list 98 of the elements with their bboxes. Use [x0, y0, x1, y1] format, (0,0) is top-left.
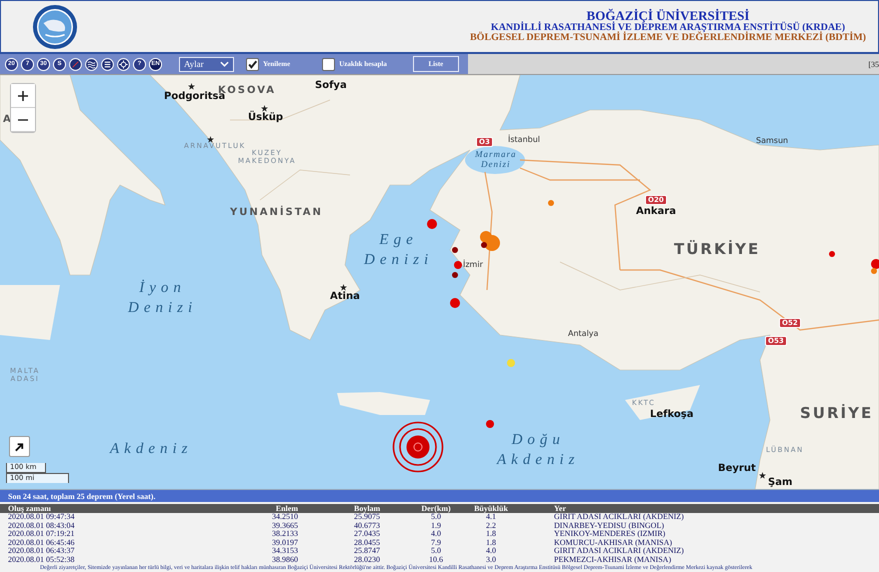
zoom-in-button[interactable]	[11, 84, 35, 108]
checkbox[interactable]	[322, 58, 336, 70]
table-cell-text: 25.8747	[353, 547, 381, 556]
country-label: YUNANİSTAN	[230, 207, 323, 218]
table-cell-text: 34.3153	[271, 547, 298, 556]
table-cell-text: 34.2510	[271, 513, 298, 522]
table-cell-text: 39.3665	[271, 522, 298, 530]
expand-button[interactable]	[9, 436, 30, 457]
plus-icon	[17, 90, 29, 102]
table-cell-text: 5.0	[431, 513, 441, 522]
table-cell-text: GIRIT ADASI ACIKLARI (AKDENIZ)	[553, 513, 685, 522]
earthquake-dot[interactable]	[486, 420, 494, 428]
table-cell-text: DINARBEY-YEDISU (BINGOL)	[553, 522, 664, 530]
earthquake-row[interactable]: 2020.08.01 09:47:34 34.2510 25.9075 5.0 4.1 GIRIT ADASI ACIKLARI (AKDENIZ)	[0, 513, 879, 522]
table-cell-text: PEKMEZCI-AKHISAR (MANISA)	[553, 556, 672, 564]
table-cell-text: YENIKOY-MENDERES (IZMIR)	[553, 530, 666, 538]
earthquake-dot[interactable]	[507, 359, 515, 367]
sea-label: Doğu Akdeniz	[497, 431, 580, 470]
column-header: Der(km)	[420, 504, 452, 513]
sea-label: Akdeniz	[110, 440, 192, 459]
city-label: Ankara	[636, 206, 676, 217]
city-label: Şam	[768, 477, 792, 488]
town-label: Antalya	[568, 330, 598, 339]
center-title: BÖLGESEL DEPREM-TSUNAMİ İZLEME VE DEĞERLENDİRME MERKEZİ (BDTİM)	[470, 33, 866, 44]
sea-label: İyon Denizi	[128, 279, 198, 318]
earthquake-row[interactable]: 2020.08.01 06:43:37 34.3153 25.8747 5.0 4.0 GIRIT ADASI ACIKLARI (AKDENIZ)	[0, 547, 879, 556]
capital-star-icon	[188, 83, 195, 90]
status-text: Son 24 saat, toplam 25 deprem (Yerel saat).	[8, 492, 156, 500]
earthquake-row[interactable]: 2020.08.01 05:52:38 38.9860 28.0230 10.6 3.0 PEKMEZCI-AKHISAR (MANISA)	[0, 556, 879, 564]
column-header: Yer	[553, 504, 567, 513]
table-cell-text: 25.9075	[353, 513, 381, 522]
earthquake-dot[interactable]	[454, 261, 462, 269]
table-cell-text: 7.9	[430, 538, 442, 547]
earthquake-row[interactable]: 2020.08.01 07:19:21 38.2133 27.0435 4.0 1.8 YENIKOY-MENDERES (IZMIR)	[0, 530, 879, 538]
institute-title: KANDİLLİ RASATHANESİ VE DEPREM ARAŞTIRMA ENSTİTÜSÜ (KRDAE)	[490, 22, 846, 33]
city-label: Atina	[330, 291, 360, 302]
earthquake-dot[interactable]	[452, 272, 458, 278]
table-cell-text: 2020.08.01 06:45:46	[8, 538, 76, 547]
column-header: Enlem	[274, 504, 298, 513]
table-cell-text: KOMURCU-AKHISAR (MANISA)	[553, 538, 674, 547]
table-cell-text: 28.0455	[353, 538, 381, 547]
table-cell-text: 5.0	[430, 547, 442, 556]
table-cell-text: 10.6	[428, 556, 444, 564]
caret-icon	[220, 61, 229, 67]
coordinate-text: [35	[868, 60, 879, 68]
university-title: BOĞAZİÇİ ÜNİVERSİTESİ	[586, 9, 750, 23]
table-cell-text: 2020.08.01 05:52:38	[8, 556, 76, 564]
earthquake-dot[interactable]	[427, 219, 437, 229]
country-label: A	[3, 114, 13, 125]
town-label: İstanbul	[508, 136, 540, 145]
diagonal-arrow-icon	[14, 441, 25, 453]
crosshair-icon[interactable]	[117, 58, 130, 70]
column-header: Oluş zamanı	[8, 504, 52, 513]
table-cell-text: 39.0197	[271, 538, 298, 547]
table-cell-text: 38.9860	[271, 556, 298, 564]
earthquake-row[interactable]: 2020.08.01 08:43:04 39.3665 40.6773 1.9 2.2 DINARBEY-YEDISU (BINGOL)	[0, 522, 879, 530]
table-cell-text: 1.9	[430, 522, 442, 530]
table-cell-text: 4.1	[486, 513, 496, 522]
city-label: Beyrut	[718, 463, 756, 474]
city-label: Üsküp	[248, 112, 283, 123]
table-cell-text: 3.0	[485, 556, 497, 564]
table-cell-text: 28.0230	[353, 556, 381, 564]
earthquake-row[interactable]: 2020.08.01 06:45:46 39.0197 28.0455 7.9 1.8 KOMURCU-AKHISAR (MANISA)	[0, 538, 879, 547]
latest-earthquake-rings-icon[interactable]	[392, 421, 444, 473]
table-cell-text: 38.2133	[271, 530, 298, 538]
table-cell-text: 1.8	[485, 530, 497, 538]
checkbox[interactable]	[246, 58, 259, 70]
city-label: Sofya	[315, 80, 347, 91]
city-label: Podgoritsa	[164, 91, 226, 102]
column-header: Büyüklük	[473, 504, 509, 513]
table-cell-text: 4.0	[485, 547, 497, 556]
table-cell-text: 2.2	[485, 522, 497, 530]
country-label: TÜRKİYE	[674, 241, 760, 258]
town-label: İzmir	[463, 261, 483, 270]
earthquake-dot[interactable]	[450, 298, 460, 308]
list-icon[interactable]	[101, 58, 114, 70]
table-cell-text: 4.0	[430, 530, 442, 538]
capital-star-icon	[261, 105, 268, 112]
capital-star-icon	[759, 472, 766, 479]
period-dropdown[interactable]: Aylar	[179, 56, 234, 72]
table-cell-text: 1.8	[485, 538, 497, 547]
column-header: Boylam	[353, 504, 382, 513]
globe-logo-icon	[32, 4, 78, 50]
table-cell-text: 2020.08.01 08:43:04	[8, 522, 76, 530]
waves-icon[interactable]	[85, 58, 98, 70]
table-cell-text: 2020.08.01 06:43:37	[8, 547, 76, 556]
sea-label: Marmara Denizi	[475, 149, 517, 169]
city-label: Lefkoşa	[650, 409, 694, 420]
table-cell-text: 40.6773	[353, 522, 381, 530]
sea-label: Ege Denizi	[364, 231, 434, 270]
table-cell-text: GIRIT ADASI ACIKLARI (AKDENIZ)	[553, 547, 685, 556]
capital-star-icon	[340, 284, 347, 291]
table-cell-text: 2020.08.01 07:19:21	[8, 530, 76, 538]
town-label: Samsun	[756, 137, 788, 146]
country-label: SURİYE	[800, 405, 874, 422]
table-cell-text: 2020.08.01 09:47:34	[8, 513, 76, 522]
capital-star-icon	[207, 136, 214, 143]
table-cell-text: 27.0435	[353, 530, 381, 538]
